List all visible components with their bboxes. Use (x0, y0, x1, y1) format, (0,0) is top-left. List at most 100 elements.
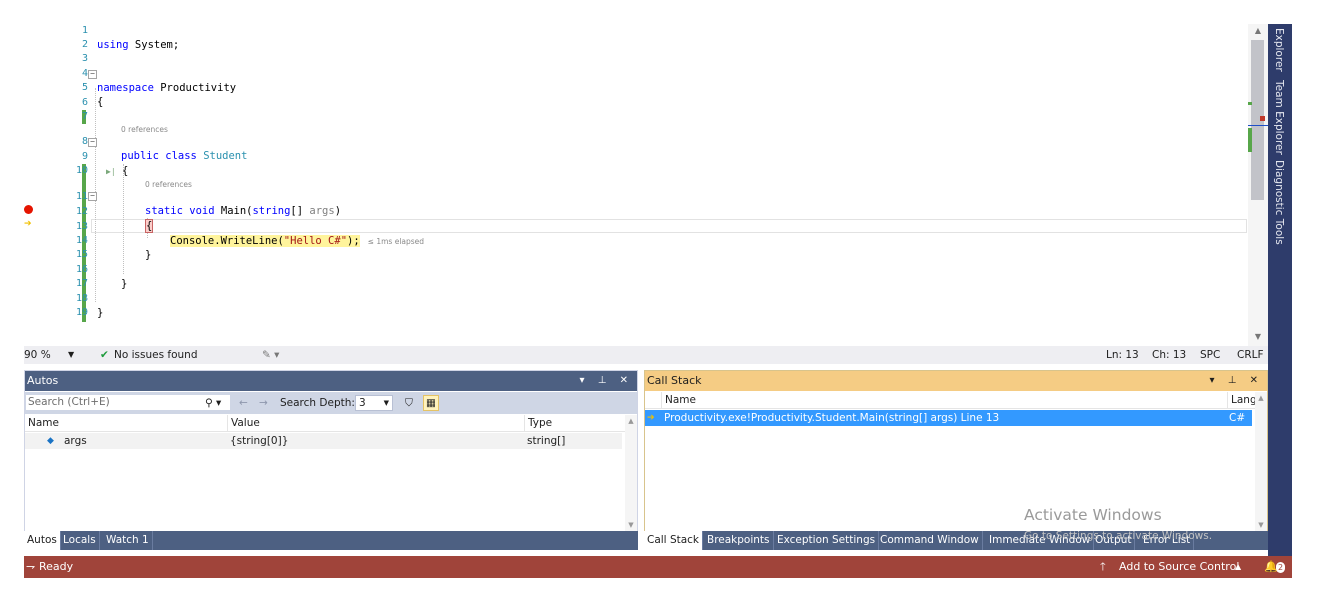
tab-command-window[interactable]: Command Window (877, 531, 983, 550)
column-type[interactable]: Type (524, 415, 552, 432)
codelens-references[interactable]: 0 references (121, 125, 168, 134)
scroll-down-icon[interactable]: ▼ (1256, 521, 1266, 529)
scroll-down-icon[interactable]: ▼ (626, 521, 636, 529)
variable-name: args (64, 435, 87, 447)
check-circle-icon: ✔ (100, 349, 109, 361)
tab-team-explorer[interactable]: Team Explorer (1273, 80, 1285, 155)
line-ending-indicator[interactable]: CRLF (1237, 346, 1264, 364)
table-row[interactable]: ➔ Productivity.exe!Productivity.Student.… (645, 410, 1252, 426)
code-line: 3 (24, 52, 1246, 66)
line-number: 5 (81, 82, 88, 93)
autos-search-input[interactable]: Search (Ctrl+E) (25, 394, 231, 411)
line-number: 10 (75, 165, 88, 176)
scroll-up-icon[interactable]: ▲ (1256, 394, 1266, 402)
code-line: 1 using System; (24, 24, 1246, 51)
issues-status[interactable]: No issues found (114, 346, 198, 364)
window-controls[interactable]: ▾ ⊥ ✕ (1210, 371, 1263, 391)
line-number: 3 (81, 53, 88, 64)
whitespace-indicator[interactable]: SPC (1200, 346, 1220, 364)
code-line: 17 (24, 277, 1246, 291)
column-lang[interactable]: Lang (1227, 392, 1257, 409)
call-stack-scrollbar[interactable]: ▲ ▼ (1255, 392, 1267, 531)
window-controls[interactable]: ▾ ⊥ ✕ (580, 371, 633, 391)
tab-solution-explorer[interactable]: Explorer (1273, 28, 1285, 72)
line-number: 9 (81, 151, 88, 162)
tab-diagnostic-tools[interactable]: Diagnostic Tools (1273, 160, 1285, 245)
line-number: 15 (75, 249, 88, 260)
call-stack-column-header: Name Lang (645, 392, 1267, 409)
column-name[interactable]: Name (661, 392, 696, 409)
paintbrush-icon[interactable]: ✎ ▾ (262, 346, 279, 364)
activation-watermark: Activate Windows (1024, 506, 1162, 524)
tab-breakpoints[interactable]: Breakpoints (704, 531, 774, 550)
call-stack-title-bar[interactable]: Call Stack ▾ ⊥ ✕ (645, 371, 1267, 391)
codelens-references[interactable]: 0 references (145, 180, 192, 189)
tab-watch-1[interactable]: Watch 1 (103, 531, 153, 550)
scroll-down-icon[interactable]: ▼ (1252, 332, 1264, 341)
line-number: 4 (81, 68, 88, 79)
tab-call-stack[interactable]: Call Stack (644, 531, 704, 550)
current-frame-arrow-icon: ➔ (647, 413, 655, 423)
line-number: 7 (81, 111, 88, 122)
field-icon: ◆ (47, 436, 54, 446)
line-number: 17 (75, 278, 88, 289)
tab-locals[interactable]: Locals (60, 531, 100, 550)
line-number: 13 (75, 221, 88, 232)
line-number: 16 (75, 264, 88, 275)
line-indicator[interactable]: Ln: 13 (1106, 346, 1139, 364)
arrow-up-icon: 🡑 (1100, 560, 1106, 573)
back-arrow-icon[interactable]: ← (239, 395, 248, 411)
autos-scrollbar[interactable]: ▲ ▼ (625, 415, 637, 531)
frame-name: Productivity.exe!Productivity.Student.Ma… (664, 412, 1000, 424)
code-line: 6 (24, 96, 1246, 110)
code-line: 9 ▶| { (24, 150, 1246, 177)
scroll-up-icon[interactable]: ▲ (626, 417, 636, 425)
code-line: 14 } (24, 234, 1246, 261)
chevron-up-icon[interactable]: ▲ (1235, 556, 1241, 578)
change-map-marker (1248, 102, 1252, 105)
variable-type: string[] (527, 435, 566, 447)
activation-watermark-subtext: Go to Settings to activate Windows. (1024, 530, 1213, 542)
table-row[interactable]: ◆ args {string[0]} string[] (25, 433, 622, 449)
ready-icon: ⇁ (26, 560, 36, 573)
panel-title: Autos (27, 374, 59, 387)
line-number: 8 (81, 136, 88, 147)
filter-icon[interactable]: ⛉ (405, 395, 413, 411)
autos-tab-bar: Autos Locals Watch 1 (24, 531, 638, 550)
code-line: 2 (24, 38, 1246, 52)
add-to-source-control-button[interactable]: Add to Source Control (1119, 556, 1239, 578)
autos-window: Autos ▾ ⊥ ✕ Search (Ctrl+E) ⚲ ▾ ← → Sear… (24, 370, 638, 532)
line-number: 11 (75, 191, 88, 202)
search-icon[interactable]: ⚲ ▾ (205, 395, 221, 411)
code-line: 12 { (24, 205, 1246, 233)
change-map-marker (1248, 128, 1252, 152)
zoom-dropdown-icon[interactable]: ▼ (68, 346, 74, 364)
forward-arrow-icon[interactable]: → (259, 395, 268, 411)
column-value[interactable]: Value (227, 415, 260, 432)
code-editor[interactable]: ➔ − − − 1 using System; 2 3 4 namespace … (24, 24, 1268, 346)
status-bar: ⇁ Ready 🡑 Add to Source Control ▲ 🔔 2 (24, 556, 1292, 578)
code-line: 19 (24, 306, 1246, 320)
column-indicator[interactable]: Ch: 13 (1152, 346, 1186, 364)
editor-vertical-scrollbar[interactable]: ▲ ▼ (1248, 24, 1268, 346)
search-depth-select[interactable]: 3 ▼ (355, 395, 393, 411)
autos-title-bar[interactable]: Autos ▾ ⊥ ✕ (25, 371, 637, 391)
code-line: 16 } (24, 263, 1246, 290)
zoom-level[interactable]: 90 % (24, 346, 51, 364)
tab-autos[interactable]: Autos (24, 531, 61, 550)
view-toggle-icon[interactable]: ▦ (423, 395, 439, 411)
side-tab-strip: Explorer Team Explorer Diagnostic Tools (1268, 24, 1292, 556)
code-line: 15 (24, 248, 1246, 262)
column-name[interactable]: Name (25, 415, 59, 432)
variable-value[interactable]: {string[0]} (230, 433, 288, 449)
autos-column-header: Name Value Type (25, 415, 637, 432)
code-line: 7 (24, 110, 1246, 124)
status-text: Ready (39, 560, 74, 573)
tab-exception-settings[interactable]: Exception Settings (774, 531, 880, 550)
line-number: 12 (75, 206, 88, 217)
line-number: 14 (75, 235, 88, 246)
scroll-up-icon[interactable]: ▲ (1252, 26, 1264, 35)
chevron-down-icon: ▼ (383, 399, 389, 407)
breakpoint-map-marker (1260, 116, 1265, 121)
autos-toolbar: Search (Ctrl+E) ⚲ ▾ ← → Search Depth: 3 ▼… (25, 392, 637, 414)
